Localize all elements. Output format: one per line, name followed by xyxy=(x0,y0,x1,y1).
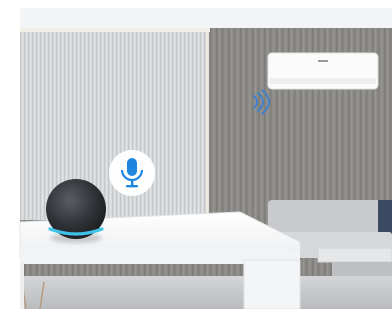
air-conditioner-icon xyxy=(267,52,379,90)
fluted-wall-panel xyxy=(20,30,208,220)
scene-illustration xyxy=(0,0,392,309)
floor xyxy=(20,276,392,309)
ceiling xyxy=(20,8,392,28)
panel-light-strip xyxy=(206,30,209,220)
voice-bubble xyxy=(109,150,155,196)
panel-top-light xyxy=(20,28,210,32)
smart-home-scene xyxy=(0,0,392,309)
